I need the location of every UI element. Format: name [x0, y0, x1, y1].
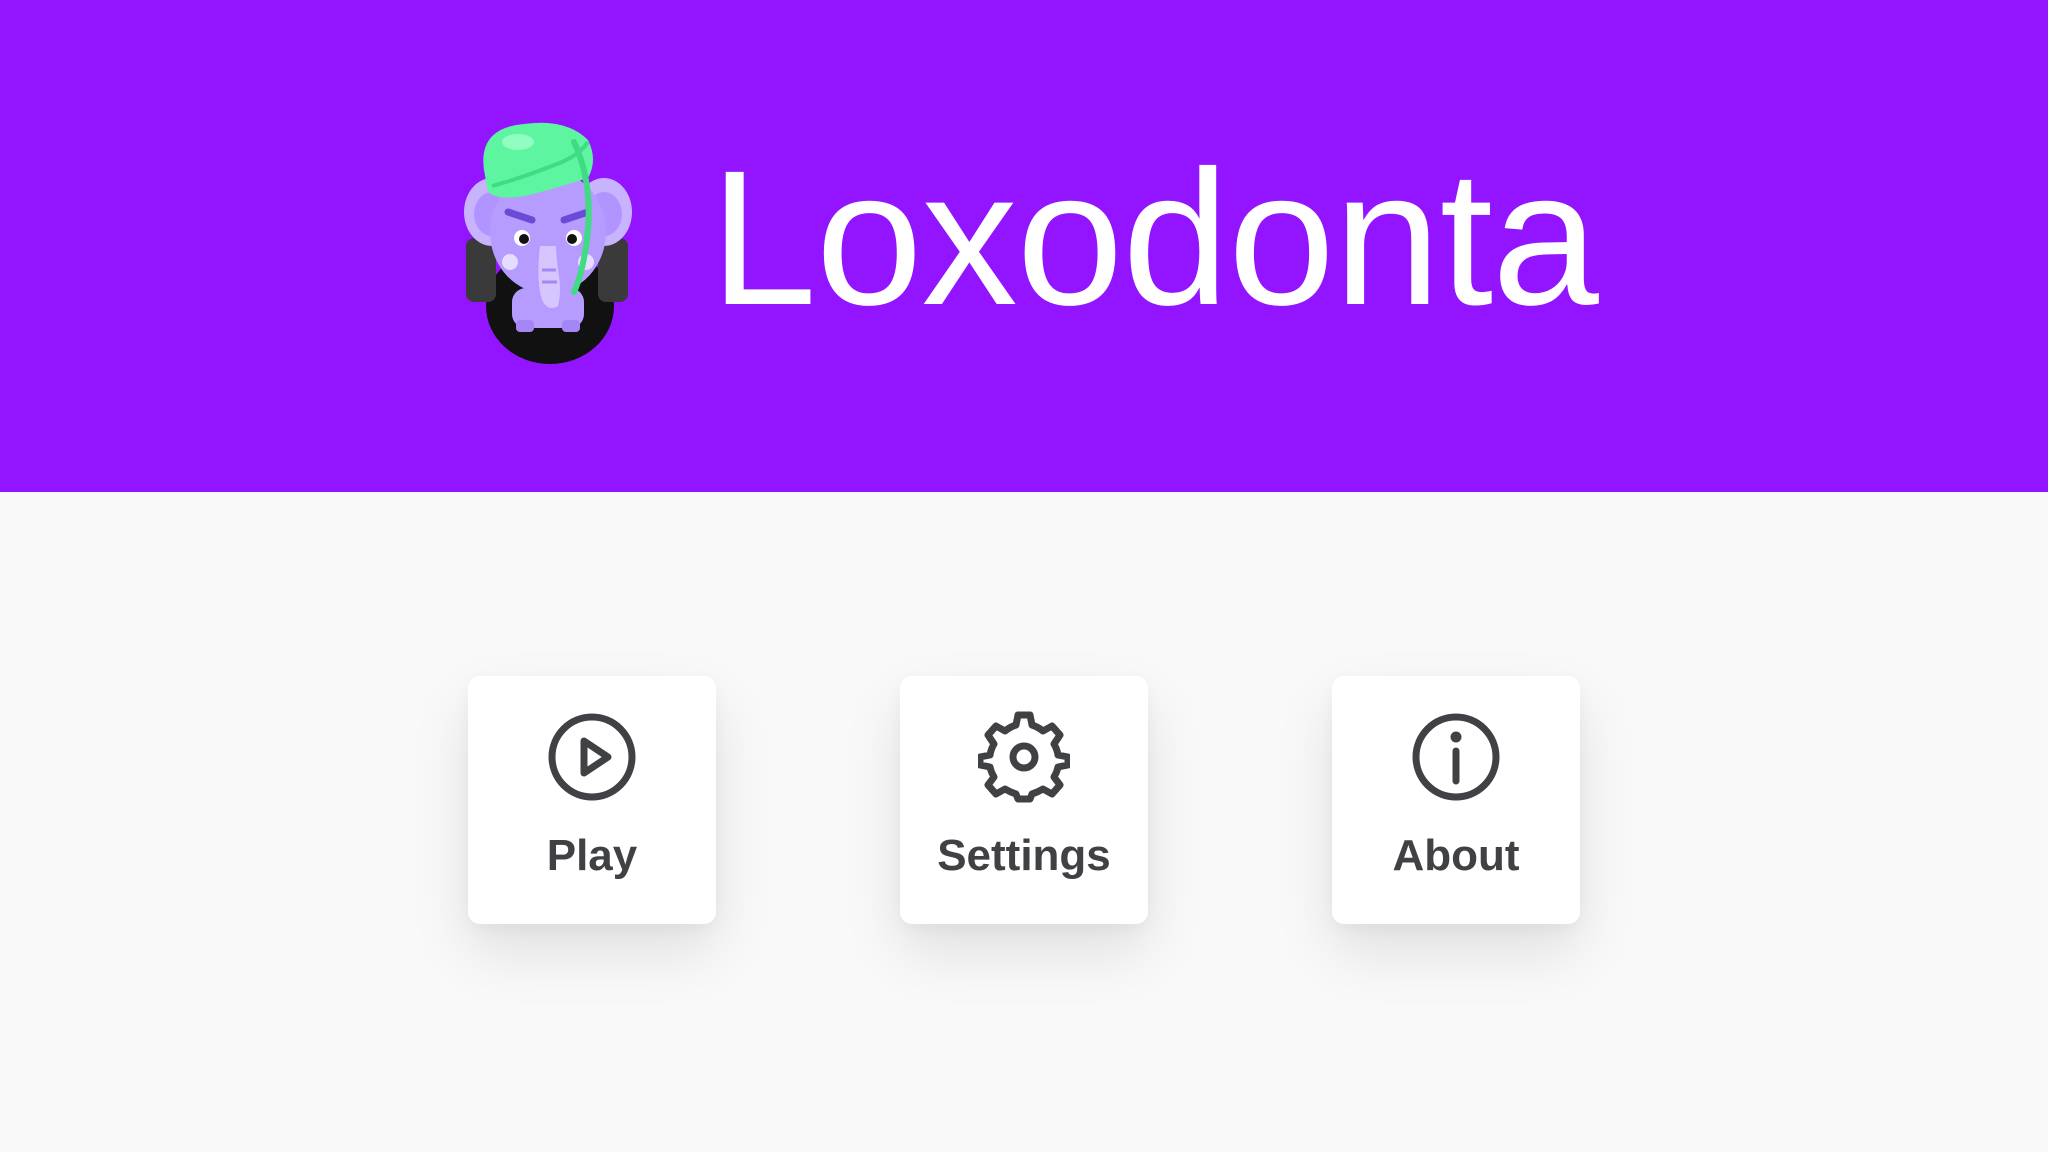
info-circle-icon — [1410, 711, 1502, 803]
play-circle-icon — [546, 711, 638, 803]
play-button-label: Play — [546, 831, 638, 880]
settings-button[interactable]: Settings — [900, 676, 1148, 924]
elephant-mascot-icon — [462, 120, 662, 370]
play-button[interactable]: Play — [468, 676, 716, 924]
about-button-label: About — [1392, 831, 1520, 880]
game-title: Loxodonta — [710, 130, 1599, 345]
about-button[interactable]: About — [1332, 676, 1580, 924]
gear-icon — [978, 711, 1070, 803]
settings-button-label: Settings — [937, 831, 1111, 880]
header-banner: Loxodonta — [0, 0, 2048, 492]
